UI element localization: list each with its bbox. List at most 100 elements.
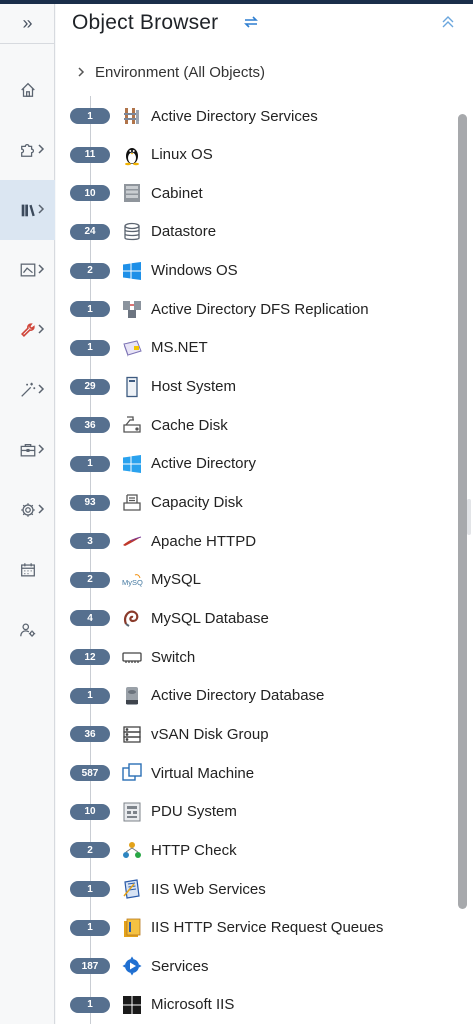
object-list-item[interactable]: 2 Windows OS (70, 257, 450, 285)
object-label: MS.NET (151, 339, 208, 357)
nav-configure[interactable] (0, 480, 55, 540)
count-badge: 10 (70, 803, 110, 820)
object-list-item[interactable]: 1 Active Directory DFS Replication (70, 295, 450, 323)
resize-handle[interactable] (467, 499, 471, 535)
library-icon (21, 204, 35, 217)
environment-tree-node[interactable]: Environment (All Objects) (76, 61, 265, 83)
object-list-item[interactable]: 93 Capacity Disk (70, 489, 450, 517)
nav-schedule[interactable] (0, 540, 55, 600)
virtual-machine-icon (121, 762, 143, 784)
dashboard-icon (20, 263, 35, 277)
count-badge: 3 (70, 533, 110, 550)
count-badge: 1 (70, 108, 110, 124)
object-label: PDU System (151, 803, 237, 821)
object-list-item[interactable]: 36 vSAN Disk Group (70, 720, 450, 748)
object-label: Cabinet (151, 184, 203, 202)
count-badge: 10 (70, 185, 110, 202)
count-badge: 11 (70, 146, 110, 163)
object-list-item[interactable]: 4 MySQL Database (70, 604, 450, 632)
object-list-item[interactable]: 24 Datastore (70, 218, 450, 246)
object-list-item[interactable]: 1 IIS HTTP Service Request Queues (70, 914, 450, 942)
object-label: Active Directory (151, 455, 257, 473)
refresh-icon[interactable] (242, 13, 260, 31)
cache-disk-icon (121, 414, 143, 436)
object-label: Microsoft IIS (151, 996, 235, 1014)
scrollbar-thumb[interactable] (458, 114, 467, 909)
object-list-item[interactable]: 1 MS.NET (70, 334, 450, 362)
object-label: vSAN Disk Group (151, 725, 269, 743)
object-label: IIS Web Services (151, 880, 266, 898)
iis-queues-icon (121, 917, 143, 939)
object-label: Windows OS (151, 262, 238, 280)
object-label: HTTP Check (151, 841, 237, 859)
object-list-item[interactable]: 587 Virtual Machine (70, 759, 450, 787)
count-badge: 1 (70, 687, 110, 704)
object-list-item[interactable]: 3 Apache HTTPD (70, 527, 450, 555)
expand-rail-button[interactable]: » (0, 4, 55, 44)
windows-active-directory-icon (121, 453, 143, 475)
object-label: Host System (151, 378, 237, 396)
count-badge: 36 (70, 726, 110, 743)
count-badge: 1 (70, 455, 110, 472)
count-badge: 93 (70, 494, 110, 511)
calendar-icon (20, 563, 35, 577)
count-badge: 1 (70, 919, 110, 936)
object-label: Services (151, 957, 209, 975)
object-list-item[interactable]: 10 Cabinet (70, 179, 450, 207)
count-badge: 1 (70, 339, 110, 356)
object-list-item[interactable]: 29 Host System (70, 373, 450, 401)
object-label: Datastore (151, 223, 217, 241)
nav-optimize[interactable] (0, 360, 55, 420)
home-icon (20, 82, 35, 97)
mysql-icon: MySQL (121, 569, 143, 591)
http-check-icon (121, 839, 143, 861)
double-chevron-right-icon: » (22, 13, 33, 33)
nav-troubleshoot[interactable] (0, 300, 55, 360)
dfs-replication-icon (121, 298, 143, 320)
nav-plan[interactable] (0, 420, 55, 480)
object-list-item[interactable]: 1 Microsoft IIS (70, 991, 450, 1019)
windows-icon (121, 260, 143, 282)
object-browser-panel: Object Browser Environment (All Objects)… (56, 4, 473, 1024)
chevron-right-icon (78, 67, 85, 77)
nav-administration[interactable] (0, 600, 55, 660)
count-badge: 2 (70, 571, 110, 588)
svg-text:MySQL: MySQL (122, 578, 143, 587)
count-badge: 587 (70, 765, 110, 782)
count-badge: 24 (70, 223, 110, 240)
object-list-item[interactable]: 1 Active Directory Database (70, 682, 450, 710)
object-list-item[interactable]: 1 Active Directory (70, 450, 450, 478)
nav-inventory[interactable] (0, 180, 55, 240)
object-label: Active Directory DFS Replication (151, 300, 369, 318)
object-label: Apache HTTPD (151, 532, 257, 550)
object-list-item[interactable]: 1 IIS Web Services (70, 875, 450, 903)
chevron-right-icon (38, 444, 45, 454)
puzzle-icon (20, 143, 34, 157)
nav-dashboards[interactable] (0, 240, 55, 300)
nav-home[interactable] (0, 60, 55, 120)
object-list-item[interactable]: 2 HTTP Check (70, 836, 450, 864)
object-label: MySQL (151, 571, 202, 589)
microsoft-iis-icon (121, 994, 143, 1016)
object-list-item[interactable]: 187 Services (70, 952, 450, 980)
gear-icon (20, 503, 35, 517)
object-label: IIS HTTP Service Request Queues (151, 919, 384, 937)
chevron-right-icon (38, 264, 45, 274)
switch-icon (121, 646, 143, 668)
object-list-item[interactable]: 2 MySQL MySQL (70, 566, 450, 594)
pdu-system-icon (121, 801, 143, 823)
object-label: Cache Disk (151, 416, 228, 434)
object-list-item[interactable]: 36 Cache Disk (70, 411, 450, 439)
object-list-item[interactable]: 1 Active Directory Services (70, 102, 450, 130)
object-list-item[interactable]: 10 PDU System (70, 798, 450, 826)
collapse-up-icon[interactable] (441, 15, 455, 29)
object-list-item[interactable]: 12 Switch (70, 643, 450, 671)
object-list-item[interactable]: 11 Linux OS (70, 141, 450, 169)
object-label: Switch (151, 648, 196, 666)
nav-extensions[interactable] (0, 120, 55, 180)
count-badge: 29 (70, 378, 110, 395)
briefcase-icon (20, 443, 35, 457)
chevron-right-icon (38, 144, 45, 154)
msnet-icon (121, 337, 143, 359)
chevron-right-icon (38, 204, 45, 214)
